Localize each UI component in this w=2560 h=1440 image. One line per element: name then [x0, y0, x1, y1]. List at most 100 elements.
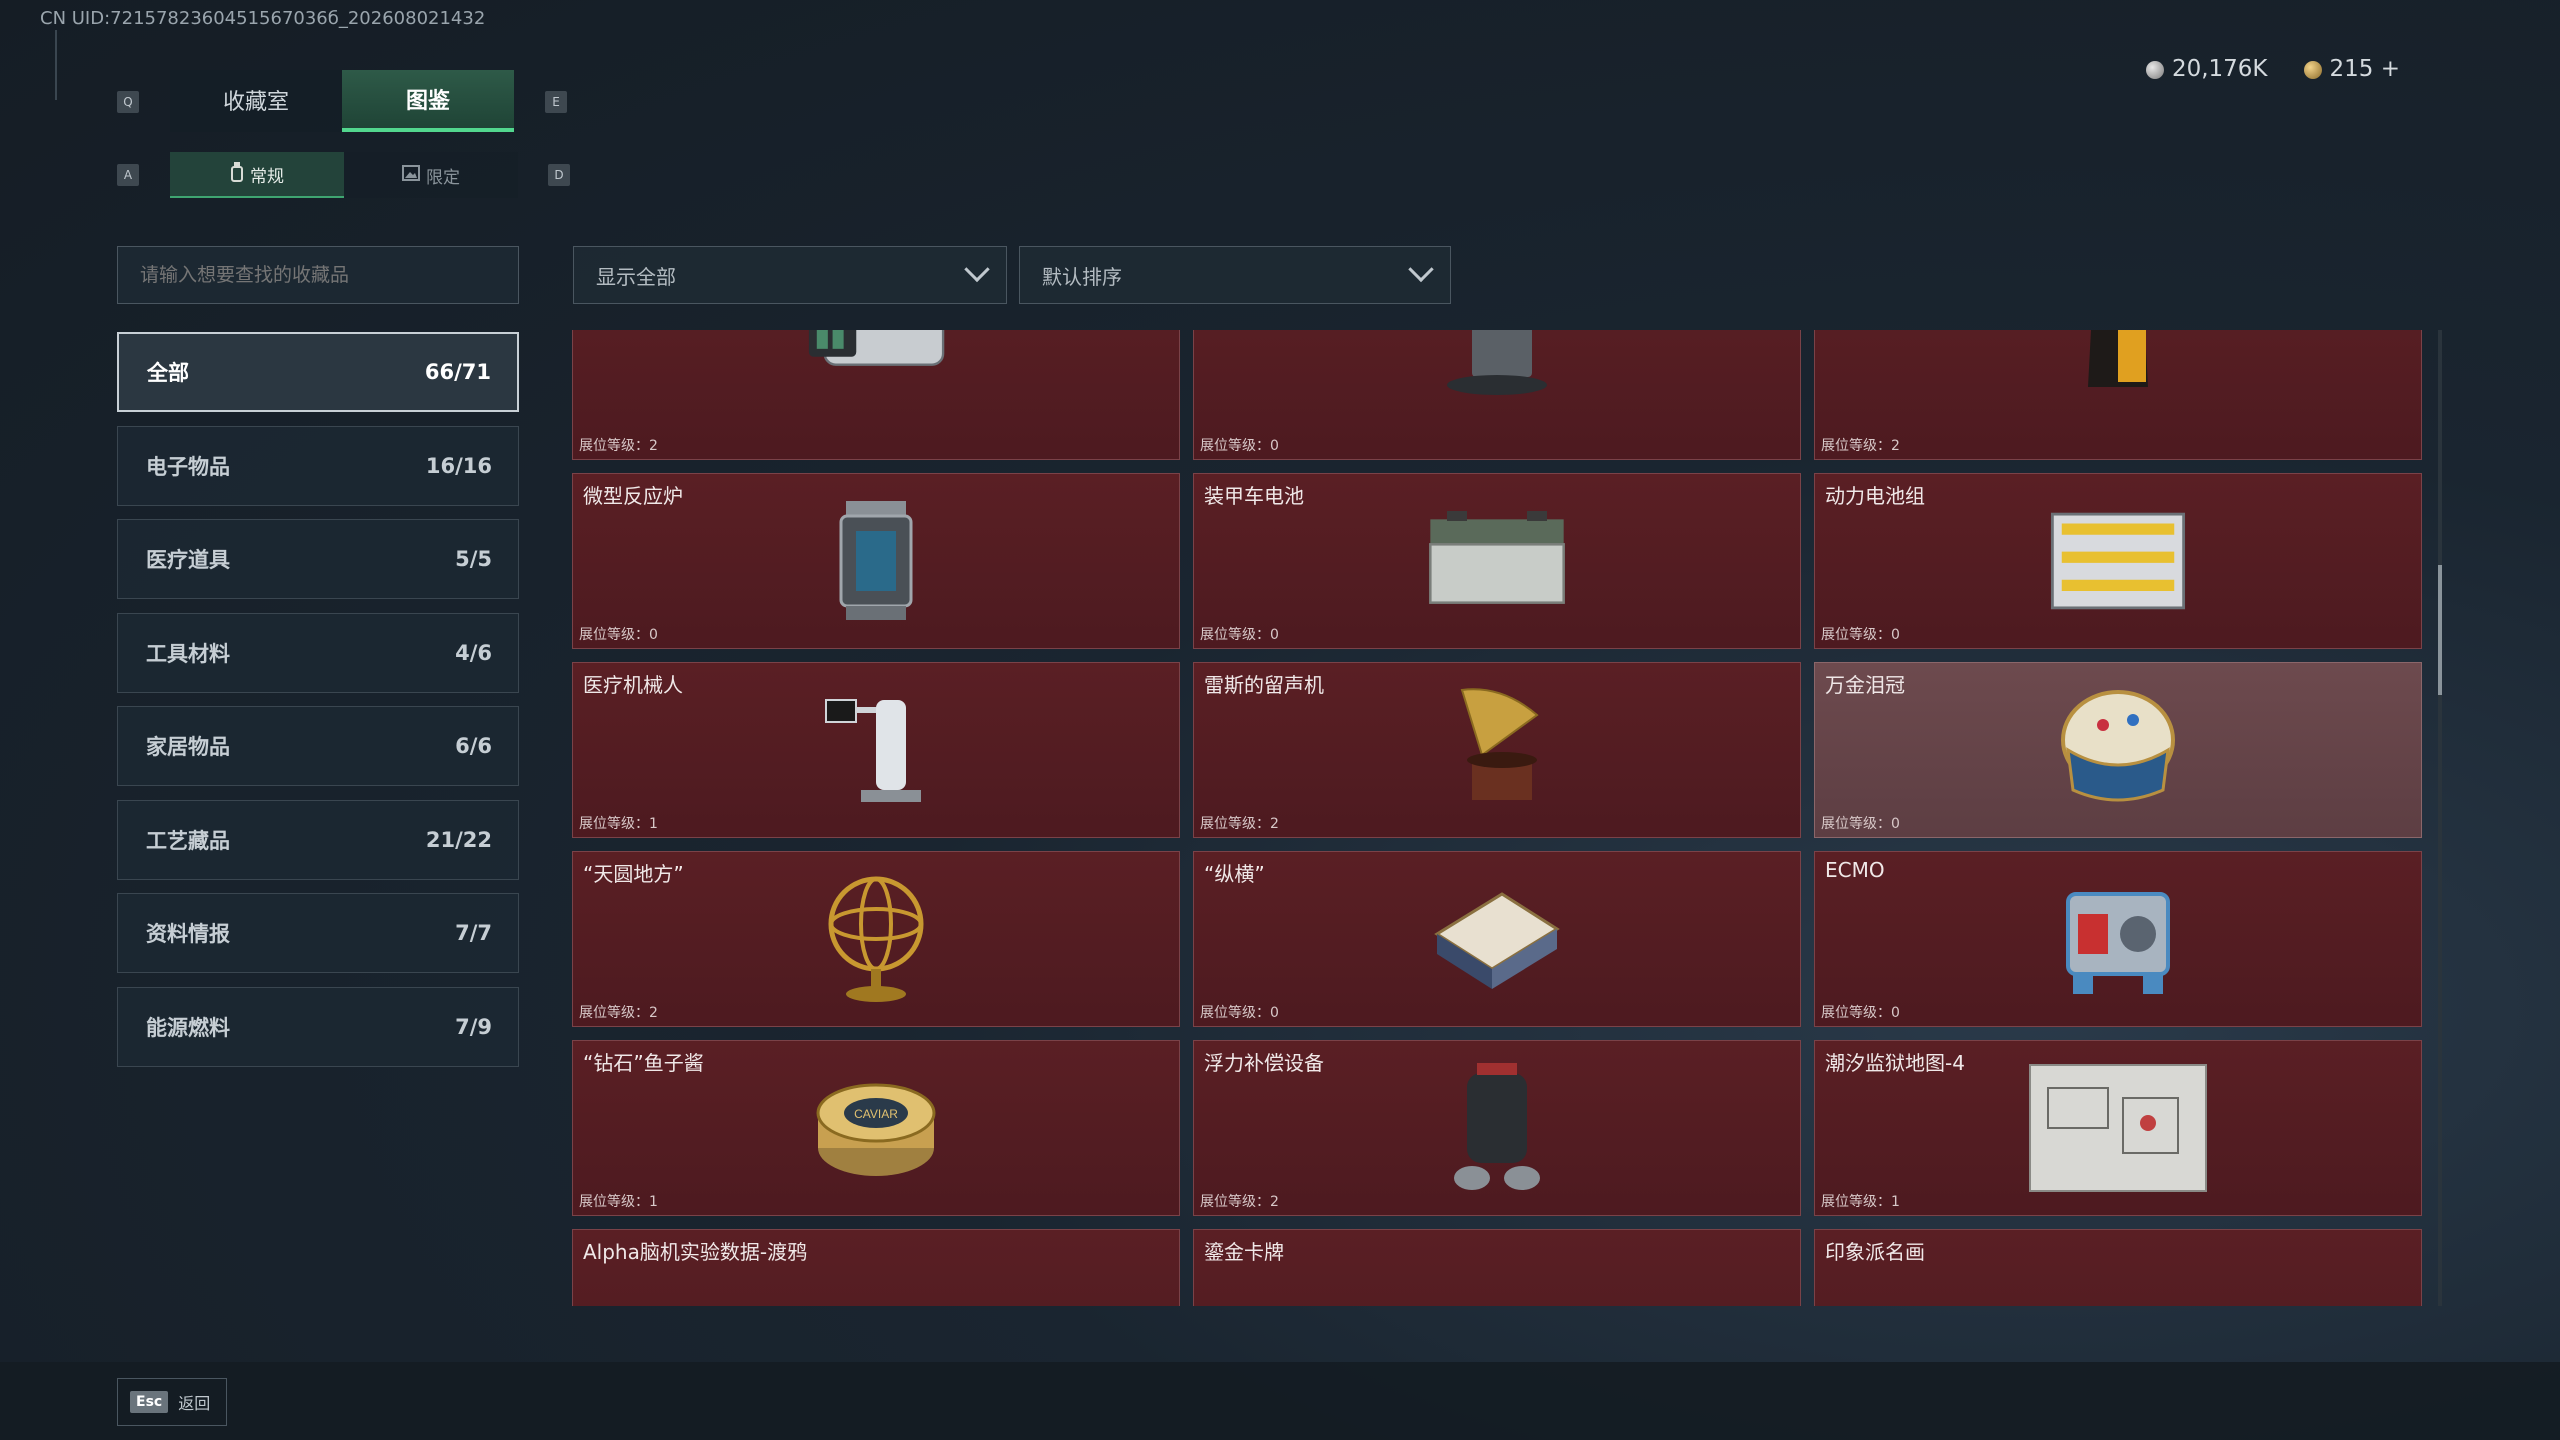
- category-electronics[interactable]: 电子物品 16/16: [117, 425, 519, 506]
- category-count: 21/22: [425, 827, 492, 852]
- item-level: 展位等级：0: [1200, 1005, 1279, 1021]
- item-card[interactable]: 鎏金卡牌: [1193, 1229, 1801, 1306]
- grid-scrollbar-track[interactable]: [2438, 330, 2442, 1306]
- decorative-lines: [55, 30, 63, 100]
- painting-icon: [2043, 1296, 2193, 1307]
- footer-bar: [0, 1362, 2560, 1440]
- item-name: 鎏金卡牌: [1204, 1240, 1284, 1264]
- item-level: 展位等级：2: [1821, 438, 1900, 454]
- category-crafts[interactable]: 工艺藏品 21/22: [117, 799, 519, 880]
- item-card[interactable]: 印象派名画: [1814, 1229, 2422, 1306]
- coffee-bag-icon: [2043, 330, 2193, 402]
- tab-regular-label: 常规: [250, 166, 284, 187]
- category-household[interactable]: 家居物品 6/6: [117, 706, 519, 786]
- gold-currency[interactable]: 215 +: [2303, 56, 2400, 82]
- item-card[interactable]: 潮汐监狱地图-4 展位等级：1: [1814, 1040, 2422, 1216]
- item-name: 装甲车电池: [1204, 484, 1304, 508]
- back-button[interactable]: Esc 返回: [117, 1378, 227, 1426]
- battery-icon: [1422, 496, 1572, 626]
- player-uid: CN UID:7215782360451567036б_202608021432: [40, 8, 486, 29]
- category-list: 全部 66/71 电子物品 16/16 医疗道具 5/5 工具材料 4/6 家居物品 6/…: [117, 332, 519, 1080]
- camera-icon: [801, 330, 951, 402]
- category-label: 医疗道具: [146, 548, 230, 572]
- item-grid: 展位等级：2 展位等级：0 展位等级：2 微型反应炉 展位等级：0 装甲车电池 …: [572, 330, 2422, 1306]
- item-card[interactable]: 医疗机械人 展位等级：1: [572, 662, 1180, 838]
- tab-limited[interactable]: 限定: [344, 152, 518, 198]
- bcd-gear-icon: [1422, 1063, 1572, 1193]
- category-label: 全部: [147, 361, 189, 385]
- key-hint-d: D: [548, 164, 570, 186]
- item-card[interactable]: Alpha脑机实验数据-渡鸦: [572, 1229, 1180, 1306]
- currency-display: 20,176K 215 +: [2145, 56, 2400, 82]
- item-card[interactable]: 装甲车电池 展位等级：0: [1193, 473, 1801, 649]
- item-level: 展位等级：0: [1821, 816, 1900, 832]
- battery-pack-icon: [2043, 496, 2193, 626]
- item-card[interactable]: 浮力补偿设备 展位等级：2: [1193, 1040, 1801, 1216]
- back-label: 返回: [178, 1394, 211, 1413]
- item-level: 展位等级：2: [579, 438, 658, 454]
- item-name: ECMO: [1825, 858, 1885, 882]
- key-hint-e: E: [545, 91, 567, 113]
- item-name: 浮力补偿设备: [1204, 1051, 1324, 1075]
- category-count: 6/6: [455, 734, 492, 758]
- category-intel[interactable]: 资料情报 7/7: [117, 893, 519, 973]
- category-label: 能源燃料: [146, 1015, 230, 1040]
- item-name: “钻石”鱼子酱: [583, 1051, 704, 1075]
- item-level: 展位等级：2: [579, 1005, 658, 1021]
- item-level: 展位等级：2: [1200, 816, 1279, 832]
- category-count: 7/9: [455, 1014, 492, 1039]
- item-name: “天圆地方”: [583, 862, 684, 886]
- chevron-down-icon: [1408, 256, 1434, 283]
- item-level: 展位等级：0: [1200, 627, 1279, 643]
- grid-scrollbar-thumb[interactable]: [2438, 565, 2442, 695]
- gold-coin-icon: [2303, 60, 2322, 79]
- item-level: 展位等级：1: [1821, 1194, 1900, 1210]
- sub-tabs: 常规 限定: [170, 152, 518, 198]
- search-input[interactable]: [117, 246, 519, 304]
- item-card[interactable]: “纵横” 展位等级：0: [1193, 851, 1801, 1027]
- category-label: 资料情报: [146, 922, 230, 946]
- item-level: 展位等级：0: [1200, 438, 1279, 454]
- item-card[interactable]: “天圆地方” 展位等级：2: [572, 851, 1180, 1027]
- medical-robot-icon: [801, 685, 951, 815]
- item-name: 潮汐监狱地图-4: [1825, 1051, 1965, 1075]
- item-card[interactable]: 微型反应炉 展位等级：0: [572, 473, 1180, 649]
- data-drive-icon: [801, 1296, 951, 1307]
- tab-regular[interactable]: 常规: [170, 152, 344, 198]
- item-grid-viewport[interactable]: 展位等级：2 展位等级：0 展位等级：2 微型反应炉 展位等级：0 装甲车电池 …: [572, 330, 2428, 1306]
- tab-collection-room[interactable]: 收藏室: [170, 70, 342, 132]
- category-count: 7/7: [455, 921, 492, 945]
- tab-catalog[interactable]: 图鉴: [342, 70, 514, 132]
- item-card[interactable]: 展位等级：2: [572, 330, 1180, 460]
- armillary-sphere-icon: [801, 874, 951, 1004]
- item-name: 动力电池组: [1825, 484, 1925, 508]
- silver-coin-icon: [2145, 60, 2164, 79]
- item-card[interactable]: 展位等级：0: [1193, 330, 1801, 460]
- esc-key-hint: Esc: [130, 1391, 169, 1413]
- item-name: 雷斯的留声机: [1204, 673, 1324, 697]
- item-card[interactable]: “钻石”鱼子酱 CAVIAR 展位等级：1: [572, 1040, 1180, 1216]
- filter-dropdown-value: 显示全部: [596, 264, 676, 289]
- category-label: 家居物品: [146, 735, 230, 759]
- item-level: 展位等级：2: [1200, 1194, 1279, 1210]
- category-count: 66/71: [424, 360, 491, 384]
- filter-dropdown[interactable]: 显示全部: [573, 246, 1007, 304]
- item-card[interactable]: 雷斯的留声机 展位等级：2: [1193, 662, 1801, 838]
- category-count: 4/6: [455, 640, 492, 665]
- category-label: 工艺藏品: [146, 828, 230, 853]
- sort-dropdown[interactable]: 默认排序: [1019, 246, 1451, 304]
- category-medical[interactable]: 医疗道具 5/5: [117, 519, 519, 599]
- item-card[interactable]: 动力电池组 展位等级：0: [1814, 473, 2422, 649]
- item-card[interactable]: ECMO 展位等级：0: [1814, 851, 2422, 1027]
- category-count: 5/5: [455, 547, 492, 571]
- category-label: 电子物品: [146, 454, 230, 479]
- main-tabs: 收藏室 图鉴: [170, 70, 514, 132]
- key-hint-q: Q: [117, 91, 139, 113]
- category-tools[interactable]: 工具材料 4/6: [117, 612, 519, 693]
- category-label: 工具材料: [146, 641, 230, 666]
- item-card[interactable]: 万金泪冠 展位等级：0: [1814, 662, 2422, 838]
- category-all[interactable]: 全部 66/71: [117, 332, 519, 412]
- bottle-icon: [230, 161, 244, 187]
- category-fuel[interactable]: 能源燃料 7/9: [117, 986, 519, 1067]
- item-card[interactable]: 展位等级：2: [1814, 330, 2422, 460]
